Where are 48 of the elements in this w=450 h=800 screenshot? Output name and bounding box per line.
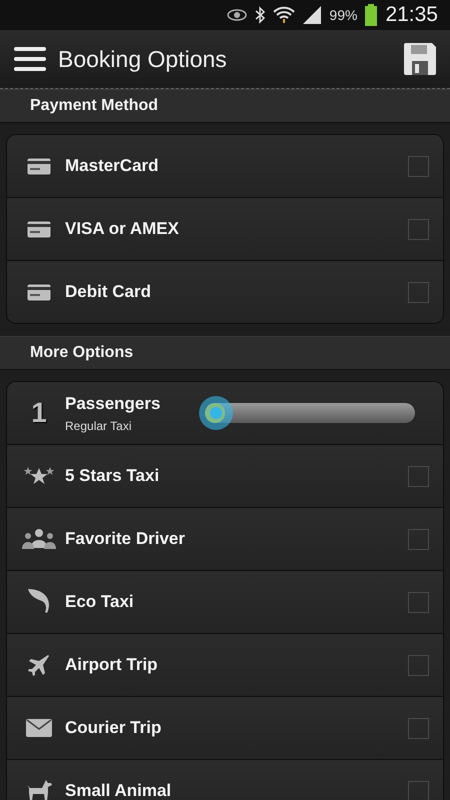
save-button[interactable]	[404, 43, 436, 75]
row-label: Courier Trip	[65, 718, 162, 738]
checkbox[interactable]	[408, 654, 429, 676]
airplane-icon	[27, 653, 51, 677]
row-label: MasterCard	[65, 156, 160, 176]
leaf-icon	[27, 588, 51, 616]
save-icon	[404, 43, 436, 75]
checkbox[interactable]	[408, 282, 429, 302]
passenger-count: 1	[31, 397, 47, 429]
wifi-icon	[273, 6, 296, 24]
people-icon	[22, 528, 56, 550]
row-label: VISA or AMEX	[65, 219, 180, 239]
row-sublabel: Regular Taxi	[65, 418, 132, 432]
row-label: Airport Trip	[65, 655, 159, 675]
credit-card-icon	[27, 220, 51, 238]
signal-icon	[303, 6, 322, 24]
battery-percent: 99%	[329, 7, 358, 23]
battery-icon	[365, 4, 378, 26]
section-title: Payment Method	[30, 97, 158, 115]
slider-thumb[interactable]	[199, 396, 233, 430]
row-label: 5 Stars Taxi	[65, 466, 160, 486]
checkbox[interactable]	[408, 218, 429, 240]
checkbox[interactable]	[408, 780, 429, 800]
section-title: More Options	[30, 344, 134, 362]
stars-icon	[23, 465, 55, 487]
checkbox[interactable]	[408, 592, 429, 612]
credit-card-icon	[27, 284, 51, 300]
eye-icon	[227, 9, 248, 21]
bluetooth-icon	[255, 6, 266, 24]
row-label: Passengers	[65, 394, 162, 414]
screen-title: Booking Options	[58, 46, 228, 72]
menu-button[interactable]	[14, 46, 46, 72]
checkbox[interactable]	[408, 156, 429, 176]
row-label: Small Animal	[65, 781, 172, 800]
credit-card-icon	[27, 158, 51, 174]
checkbox[interactable]	[408, 466, 429, 486]
envelope-icon	[26, 719, 52, 737]
dog-icon	[26, 779, 52, 800]
checkbox[interactable]	[408, 718, 429, 738]
passenger-slider[interactable]	[199, 396, 415, 430]
row-label: Favorite Driver	[65, 529, 186, 549]
menu-icon	[14, 46, 46, 72]
row-label: Debit Card	[65, 282, 152, 302]
clock: 21:35	[385, 3, 438, 27]
checkbox[interactable]	[408, 528, 429, 550]
list-row[interactable]: Debit Card	[7, 260, 443, 323]
list-row[interactable]: Small Animal	[7, 759, 443, 800]
row-label: Eco Taxi	[65, 592, 135, 612]
